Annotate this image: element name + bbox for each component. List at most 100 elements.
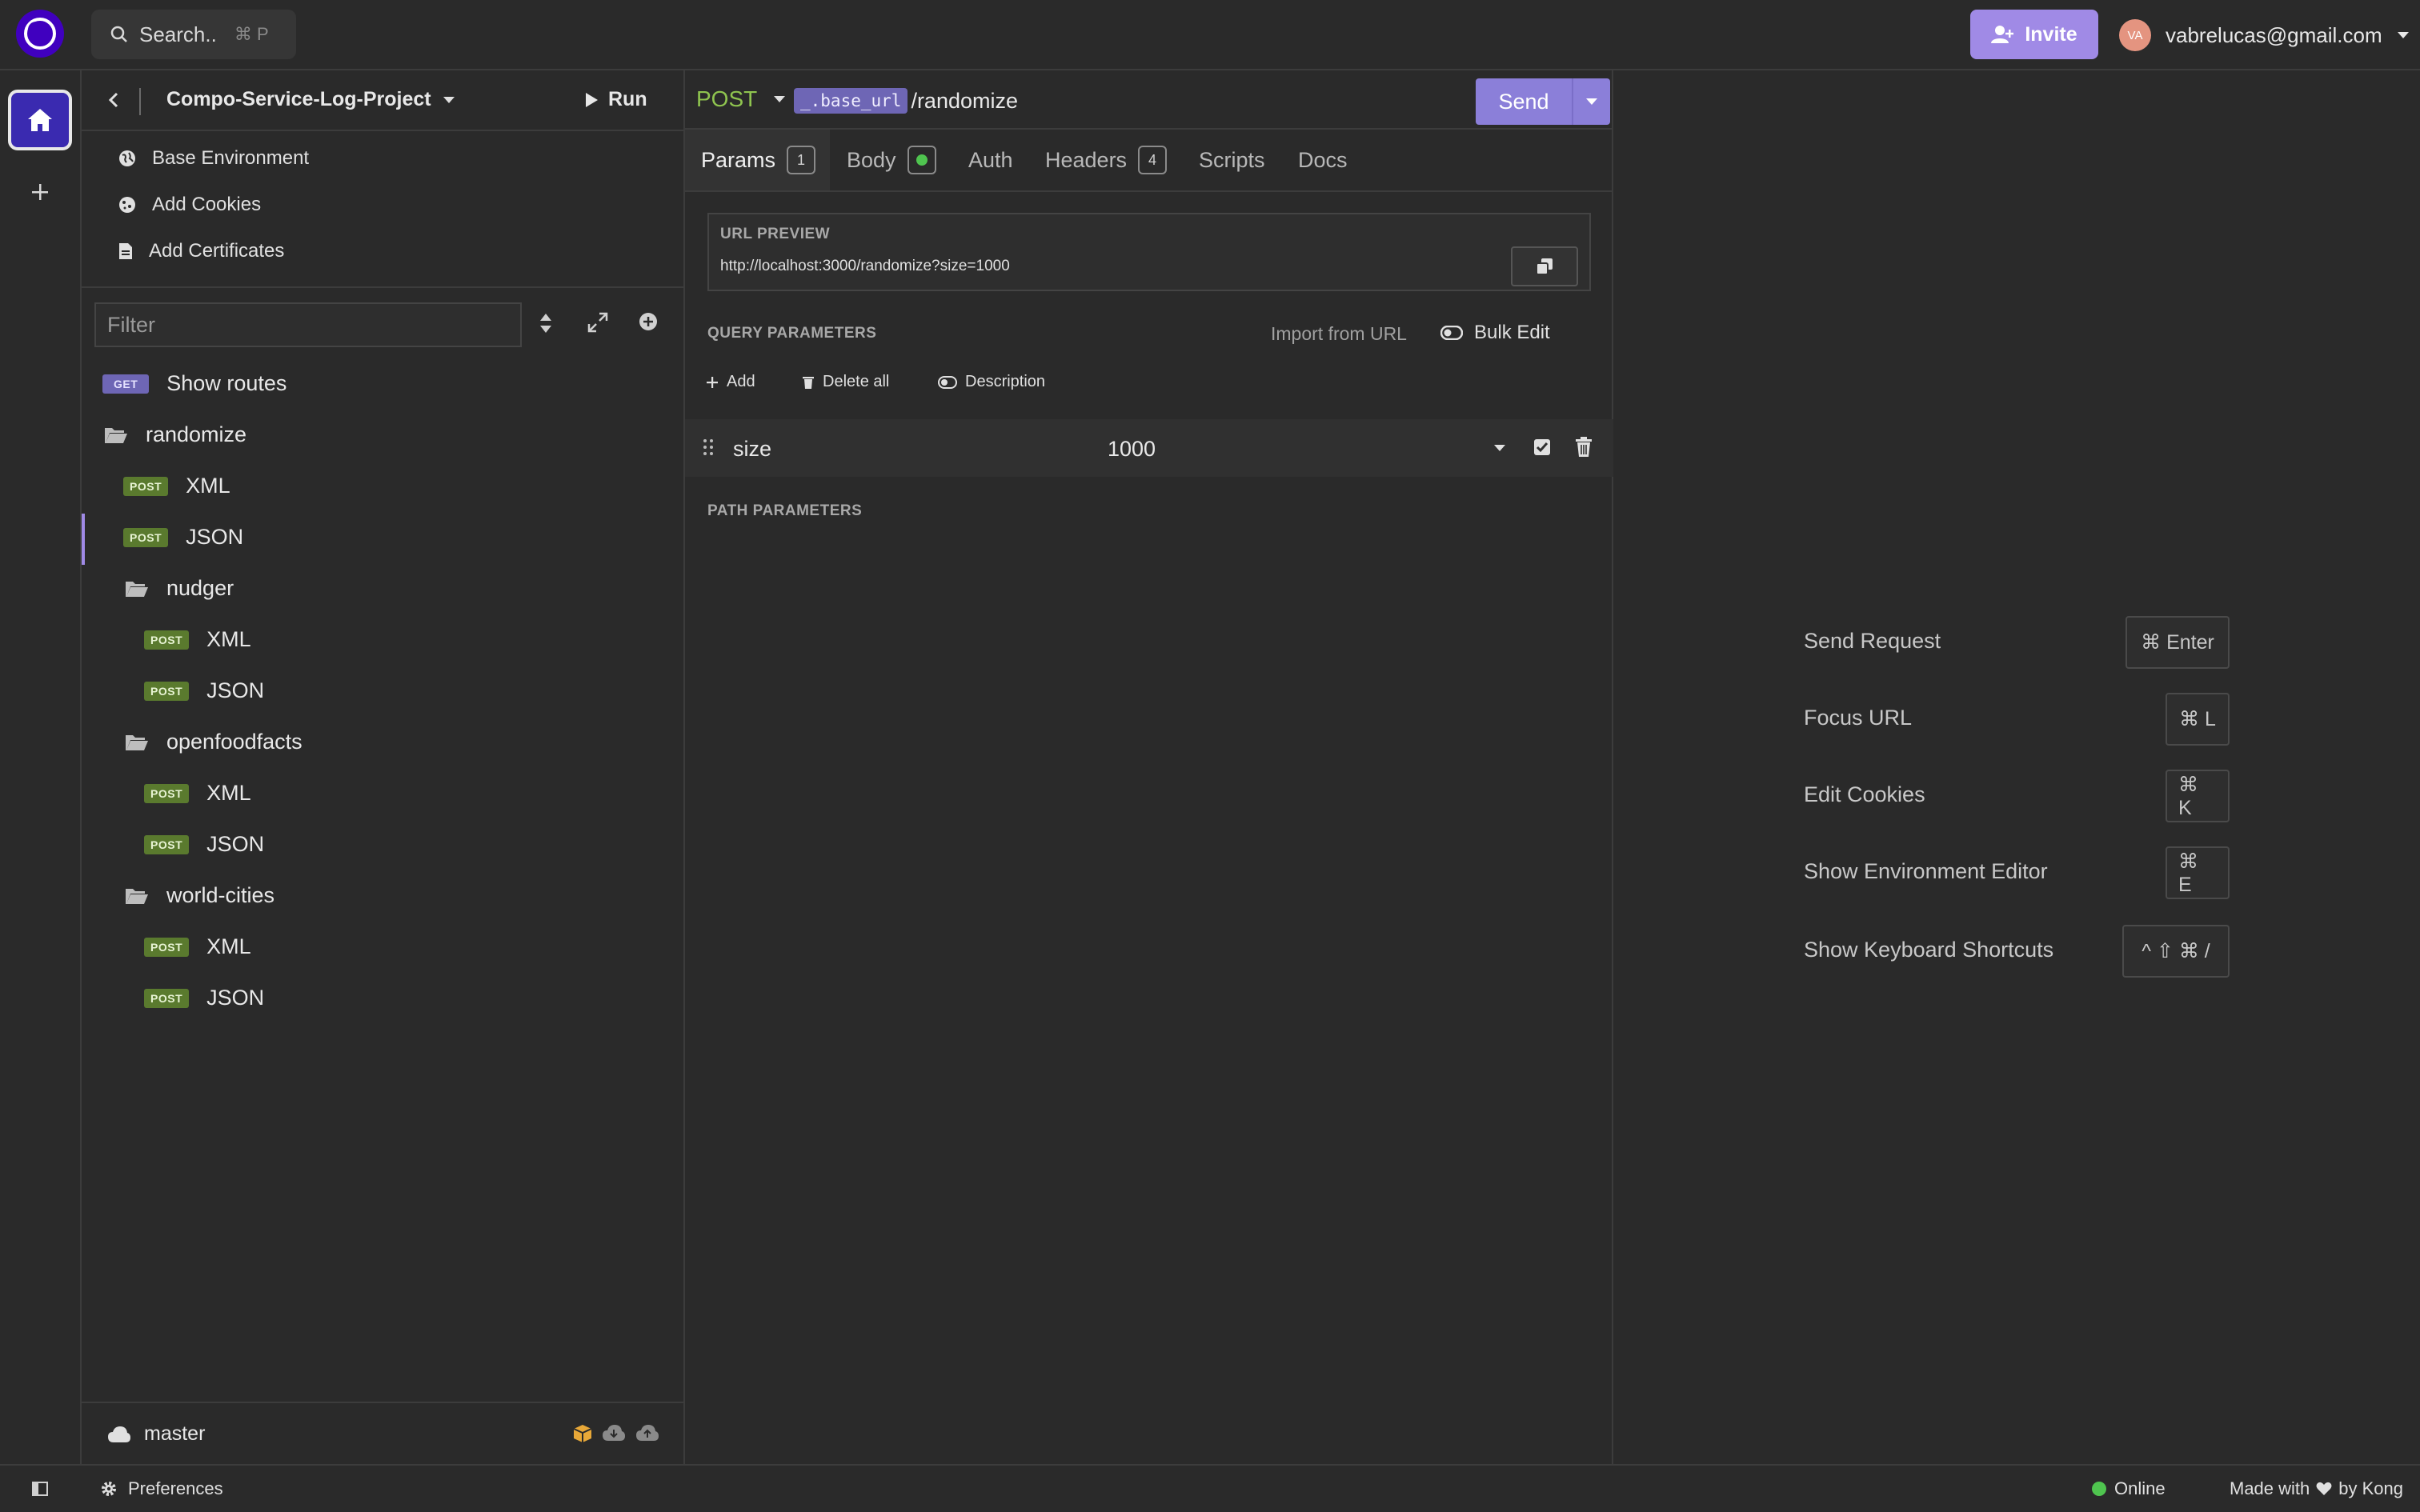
insomnia-logo-icon[interactable]: [16, 10, 64, 58]
tree-request-world-cities-json[interactable]: POST JSON: [144, 986, 264, 1010]
online-label: Online: [2114, 1478, 2166, 1498]
tree-folder-nudger[interactable]: nudger: [125, 576, 234, 601]
divider: [139, 88, 141, 115]
sort-button[interactable]: [538, 312, 554, 334]
folder-name: openfoodfacts: [166, 730, 302, 754]
env-variable-tag[interactable]: _.base_url: [794, 88, 908, 114]
plus-icon: [707, 376, 718, 388]
filter-input[interactable]: Filter: [94, 302, 522, 347]
status-bar: Preferences Online Made with by Kong: [0, 1464, 2420, 1512]
toggle-sidebar-button[interactable]: [32, 1482, 48, 1496]
tree-request-show-routes[interactable]: GET Show routes: [102, 371, 286, 396]
cloud-download-icon: [603, 1425, 625, 1441]
tab-label: Body: [847, 147, 896, 172]
param-value-input[interactable]: 1000: [1108, 437, 1156, 462]
folder-open-icon: [126, 888, 148, 904]
request-name: JSON: [206, 832, 265, 856]
add-param-button[interactable]: Add: [706, 373, 755, 391]
package-button[interactable]: [573, 1424, 592, 1443]
tree-request-nudger-xml[interactable]: POST XML: [144, 627, 251, 652]
shortcut-label-keyboard-shortcuts: Show Keyboard Shortcuts: [1804, 938, 2054, 962]
tree-folder-openfoodfacts[interactable]: openfoodfacts: [125, 730, 302, 754]
branch-selector[interactable]: master: [107, 1422, 205, 1446]
chevron-left-icon: [108, 92, 118, 108]
tree-request-world-cities-xml[interactable]: POST XML: [144, 934, 251, 959]
send-button[interactable]: Send: [1476, 78, 1573, 125]
certificate-icon: [119, 243, 132, 259]
trash-icon: [803, 376, 814, 389]
tree-request-nudger-json[interactable]: POST JSON: [144, 678, 264, 703]
user-menu[interactable]: VA vabrelucas@gmail.com: [2119, 19, 2410, 51]
play-icon: [586, 92, 598, 107]
request-name: JSON: [206, 678, 265, 702]
import-from-url-button[interactable]: Import from URL: [1271, 323, 1407, 345]
method-badge: POST: [144, 783, 190, 803]
param-key-input[interactable]: size: [733, 437, 771, 462]
by-kong-label: by Kong: [2338, 1478, 2404, 1498]
checkbox-checked-icon: [1534, 439, 1550, 455]
shortcut-key-env-editor: ⌘ E: [2166, 846, 2230, 899]
delete-param-button[interactable]: [1575, 437, 1593, 458]
divider: [82, 286, 685, 288]
copy-icon: [1536, 258, 1553, 275]
toggle-icon: [938, 375, 957, 389]
tree-request-randomize-xml[interactable]: POST XML: [123, 474, 230, 498]
description-toggle[interactable]: Description: [938, 373, 1045, 391]
tree-request-randomize-json[interactable]: POST JSON: [123, 525, 243, 550]
url-bar: POST _.base_url /randomize Send: [685, 70, 1613, 130]
description-label: Description: [965, 373, 1046, 390]
home-button[interactable]: [8, 90, 72, 150]
project-selector[interactable]: Compo-Service-Log-Project: [166, 88, 455, 111]
copy-url-button[interactable]: [1511, 246, 1578, 286]
user-email: vabrelucas@gmail.com: [2166, 22, 2382, 47]
url-input[interactable]: _.base_url /randomize: [794, 88, 1018, 114]
run-button[interactable]: Run: [584, 88, 647, 111]
invite-label: Invite: [2025, 22, 2077, 46]
tab-params[interactable]: Params 1: [685, 130, 831, 190]
expand-all-button[interactable]: [587, 312, 608, 333]
tab-headers[interactable]: Headers 4: [1045, 130, 1168, 190]
tab-scripts[interactable]: Scripts: [1199, 130, 1265, 190]
shortcut-key-edit-cookies: ⌘ K: [2166, 770, 2230, 822]
tree-folder-world-cities[interactable]: world-cities: [125, 883, 274, 908]
search-button[interactable]: Search.. ⌘ P: [91, 10, 296, 59]
request-name: XML: [206, 781, 251, 805]
url-preview-value: http://localhost:3000/randomize?size=100…: [720, 258, 1010, 274]
invite-button[interactable]: Invite: [1970, 10, 2098, 59]
sidebar: Compo-Service-Log-Project Run Base Envir…: [82, 70, 685, 1464]
add-cookies-link[interactable]: Add Cookies: [118, 194, 261, 216]
base-environment-link[interactable]: Base Environment: [118, 147, 309, 170]
folder-name: nudger: [166, 576, 234, 600]
shortcut-label-edit-cookies: Edit Cookies: [1804, 782, 1925, 806]
bulk-edit-toggle[interactable]: Bulk Edit: [1440, 322, 1550, 344]
tab-auth[interactable]: Auth: [968, 130, 1013, 190]
send-options-button[interactable]: [1573, 97, 1610, 106]
heart-icon: [2316, 1482, 2332, 1495]
delete-all-button[interactable]: Delete all: [802, 373, 889, 391]
param-options-button[interactable]: [1493, 443, 1506, 453]
cloud-icon: [108, 1426, 130, 1442]
tab-docs[interactable]: Docs: [1298, 130, 1348, 190]
param-enabled-checkbox[interactable]: [1533, 438, 1551, 456]
method-badge: POST: [144, 681, 190, 701]
method-selector[interactable]: POST: [696, 86, 786, 112]
preferences-button[interactable]: Preferences: [101, 1478, 223, 1499]
drag-handle-icon[interactable]: [703, 438, 714, 456]
tab-body[interactable]: Body: [847, 130, 936, 190]
method-badge: POST: [144, 630, 190, 650]
back-button[interactable]: [101, 86, 128, 114]
push-button[interactable]: [635, 1424, 659, 1442]
pull-button[interactable]: [602, 1424, 626, 1442]
create-request-button[interactable]: [639, 312, 658, 331]
online-dot: [2092, 1482, 2106, 1496]
shortcut-key-focus-url: ⌘ L: [2166, 693, 2230, 746]
send-button-group: Send: [1476, 78, 1610, 125]
tree-request-openfoodfacts-json[interactable]: POST JSON: [144, 832, 264, 857]
headers-count-badge: 4: [1138, 146, 1168, 174]
tree-request-openfoodfacts-xml[interactable]: POST XML: [144, 781, 251, 806]
tree-folder-randomize[interactable]: randomize: [104, 422, 246, 447]
add-project-button[interactable]: [24, 176, 56, 208]
add-certificates-link[interactable]: Add Certificates: [118, 240, 284, 262]
request-tabs: Params 1 Body Auth Headers 4 Scripts Doc…: [685, 130, 1613, 192]
made-with-kong[interactable]: Made with by Kong: [2230, 1478, 2403, 1499]
